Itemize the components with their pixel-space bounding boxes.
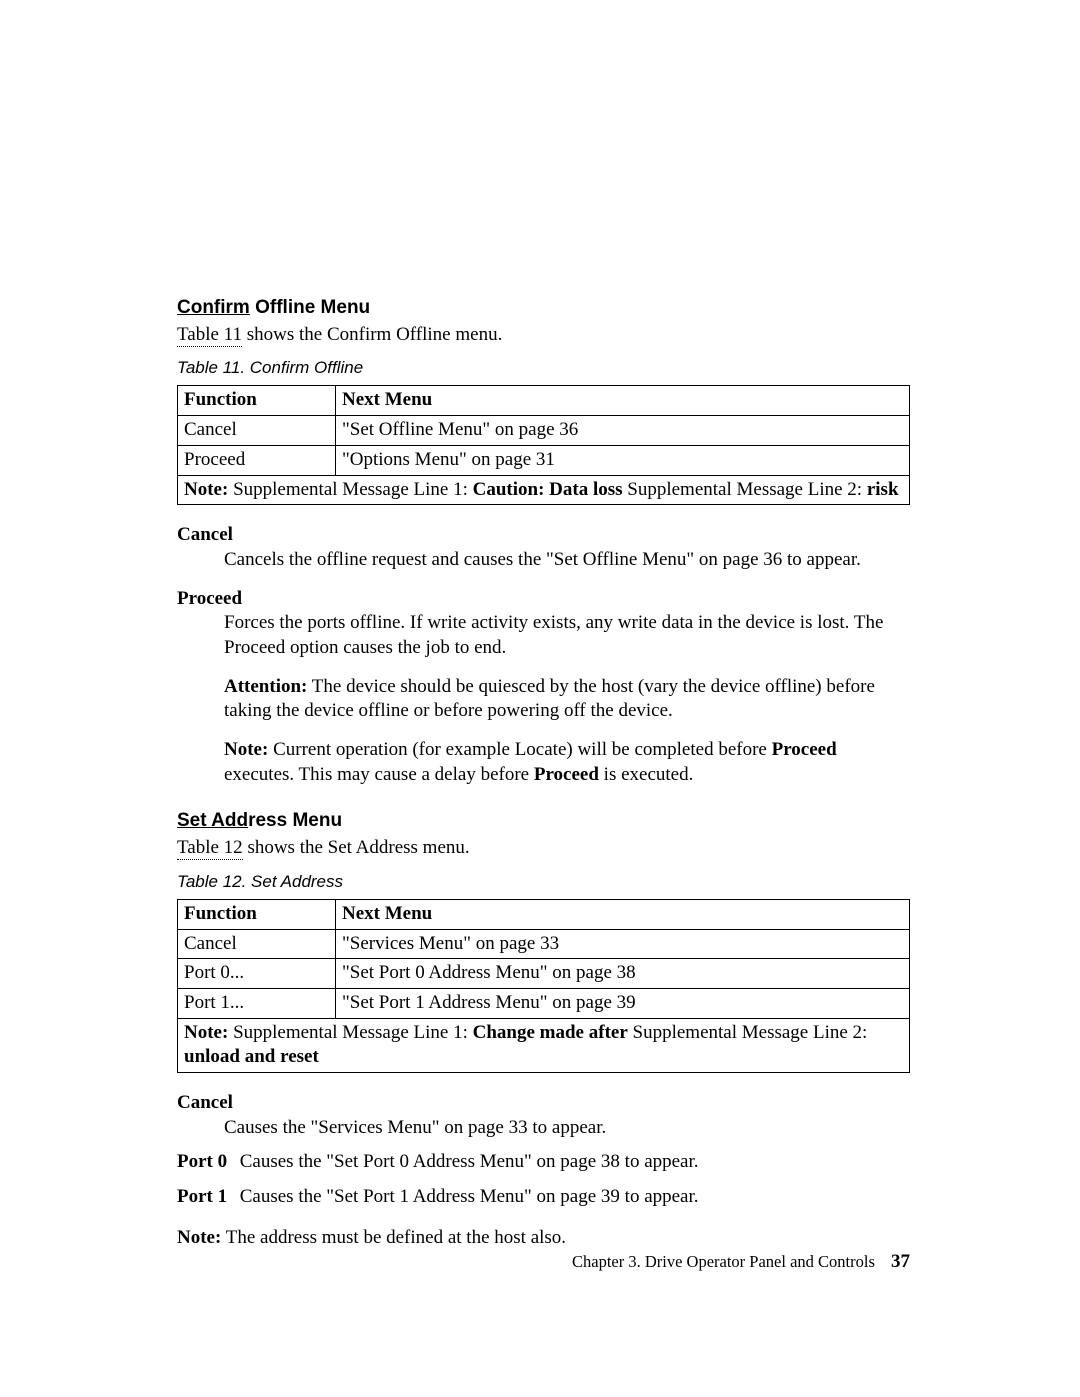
- dl-item-cancel: Cancel Cancels the offline request and c…: [177, 523, 910, 572]
- cell-function: Port 0...: [178, 959, 336, 989]
- note-bold: Proceed: [534, 764, 599, 785]
- proceed-note: Note: Current operation (for example Loc…: [224, 738, 910, 787]
- th-function: Function: [178, 386, 336, 416]
- note-bold: Change made after: [473, 1022, 628, 1043]
- cell-function: Cancel: [178, 416, 336, 446]
- cell-next: "Set Offline Menu" on page 36: [336, 416, 910, 446]
- definition-list-set-address: Cancel Causes the "Services Menu" on pag…: [177, 1091, 910, 1250]
- intro-set-address: Table 12 shows the Set Address menu.: [177, 836, 910, 861]
- term-cancel: Cancel: [177, 1091, 910, 1116]
- note-bold: Caution: Data loss: [473, 479, 623, 500]
- cell-next: "Set Port 1 Address Menu" on page 39: [336, 988, 910, 1018]
- proceed-attention: Attention: The device should be quiesced…: [224, 675, 910, 724]
- table-header-row: Function Next Menu: [178, 899, 910, 929]
- intro-rest: shows the Set Address menu.: [243, 837, 470, 858]
- cell-function: Cancel: [178, 929, 336, 959]
- note-lead: Note:: [184, 1022, 228, 1043]
- definition-list-confirm: Cancel Cancels the offline request and c…: [177, 523, 910, 787]
- dl-item-port0: Port 0 Causes the "Set Port 0 Address Me…: [177, 1150, 910, 1175]
- heading-rest: Offline Menu: [250, 297, 370, 318]
- caption-table-11: Table 11. Confirm Offline: [177, 357, 910, 379]
- note-text: is executed.: [599, 764, 693, 785]
- note-bold: unload and reset: [184, 1046, 319, 1067]
- note-bold: Proceed: [772, 739, 837, 760]
- table-note: Note: Supplemental Message Line 1: Cauti…: [178, 475, 910, 505]
- table-row: Proceed "Options Menu" on page 31: [178, 445, 910, 475]
- note-text: Supplemental Message Line 1:: [228, 479, 472, 500]
- cell-next: "Services Menu" on page 33: [336, 929, 910, 959]
- def-cancel: Cancels the offline request and causes t…: [224, 548, 910, 573]
- table-row: Cancel "Set Offline Menu" on page 36: [178, 416, 910, 446]
- note-lead: Note:: [177, 1227, 221, 1248]
- term-proceed: Proceed: [177, 587, 910, 612]
- table-row: Cancel "Services Menu" on page 33: [178, 929, 910, 959]
- th-next-menu: Next Menu: [336, 899, 910, 929]
- table-note: Note: Supplemental Message Line 1: Chang…: [178, 1018, 910, 1072]
- term-port0: Port 0: [177, 1150, 235, 1175]
- caption-table-12: Table 12. Set Address: [177, 871, 910, 893]
- final-note: Note: The address must be defined at the…: [177, 1226, 910, 1251]
- heading-underlined: Confirm: [177, 297, 250, 318]
- note-text: Current operation (for example Locate) w…: [268, 739, 771, 760]
- intro-confirm-offline: Table 11 shows the Confirm Offline menu.: [177, 323, 910, 348]
- note-text: Supplemental Message Line 1:: [228, 1022, 472, 1043]
- def-cancel: Causes the "Services Menu" on page 33 to…: [224, 1116, 910, 1141]
- note-bold: risk: [867, 479, 899, 500]
- cell-next: "Options Menu" on page 31: [336, 445, 910, 475]
- link-table-11[interactable]: Table 11: [177, 324, 242, 347]
- intro-rest: shows the Confirm Offline menu.: [242, 324, 502, 345]
- footer-chapter: Chapter 3. Drive Operator Panel and Cont…: [572, 1252, 875, 1271]
- heading-set-address: Set Address Menu: [177, 809, 910, 834]
- table-row: Port 0... "Set Port 0 Address Menu" on p…: [178, 959, 910, 989]
- dl-item-cancel: Cancel Causes the "Services Menu" on pag…: [177, 1091, 910, 1140]
- cell-next: "Set Port 0 Address Menu" on page 38: [336, 959, 910, 989]
- def-port0: Causes the "Set Port 0 Address Menu" on …: [240, 1151, 699, 1172]
- th-next-menu: Next Menu: [336, 386, 910, 416]
- table-confirm-offline: Function Next Menu Cancel "Set Offline M…: [177, 385, 910, 505]
- table-note-row: Note: Supplemental Message Line 1: Chang…: [178, 1018, 910, 1072]
- page-footer: Chapter 3. Drive Operator Panel and Cont…: [572, 1250, 910, 1275]
- table-set-address: Function Next Menu Cancel "Services Menu…: [177, 899, 910, 1073]
- link-table-12[interactable]: Table 12: [177, 837, 243, 860]
- note-text: executes. This may cause a delay before: [224, 764, 534, 785]
- note-text: The address must be defined at the host …: [221, 1227, 566, 1248]
- page-content: Confirm Offline Menu Table 11 shows the …: [177, 296, 910, 1264]
- note-lead: Note:: [184, 479, 228, 500]
- cell-function: Port 1...: [178, 988, 336, 1018]
- table-header-row: Function Next Menu: [178, 386, 910, 416]
- cell-function: Proceed: [178, 445, 336, 475]
- note-text: Supplemental Message Line 2:: [623, 479, 867, 500]
- table-note-row: Note: Supplemental Message Line 1: Cauti…: [178, 475, 910, 505]
- def-proceed: Forces the ports offline. If write activ…: [224, 611, 910, 787]
- term-cancel: Cancel: [177, 523, 910, 548]
- heading-underlined: Set Add: [177, 810, 248, 831]
- def-port1: Causes the "Set Port 1 Address Menu" on …: [240, 1186, 699, 1207]
- dl-item-port1: Port 1 Causes the "Set Port 1 Address Me…: [177, 1185, 910, 1210]
- proceed-paragraph-1: Forces the ports offline. If write activ…: [224, 611, 910, 660]
- footer-page-number: 37: [891, 1251, 910, 1272]
- attention-lead: Attention:: [224, 676, 307, 697]
- table-row: Port 1... "Set Port 1 Address Menu" on p…: [178, 988, 910, 1018]
- note-lead: Note:: [224, 739, 268, 760]
- note-text: Supplemental Message Line 2:: [628, 1022, 868, 1043]
- attention-text: The device should be quiesced by the hos…: [224, 676, 875, 722]
- heading-confirm-offline: Confirm Offline Menu: [177, 296, 910, 321]
- dl-item-proceed: Proceed Forces the ports offline. If wri…: [177, 587, 910, 788]
- th-function: Function: [178, 899, 336, 929]
- heading-rest: ress Menu: [248, 810, 342, 831]
- term-port1: Port 1: [177, 1185, 235, 1210]
